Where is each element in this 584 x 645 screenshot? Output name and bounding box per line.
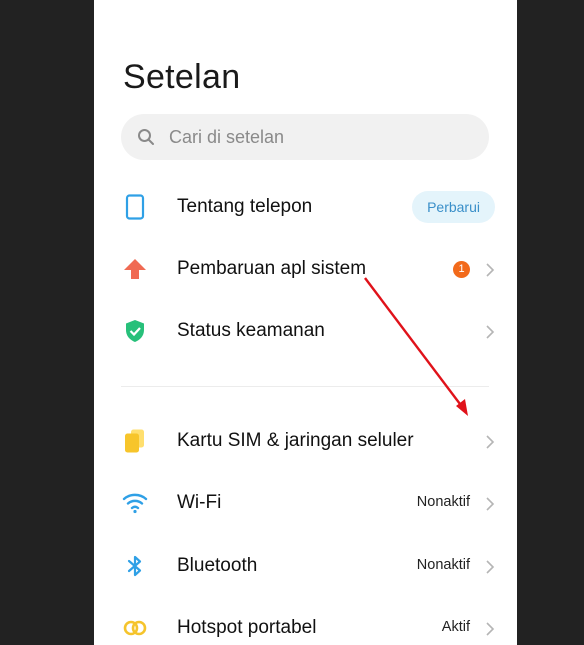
shield-check-icon [126, 320, 144, 342]
update-button[interactable]: Perbarui [412, 191, 495, 223]
chevron-right-icon [486, 263, 495, 277]
settings-item-portable-hotspot[interactable]: Hotspot portabel Aktif [94, 598, 517, 645]
phone-icon [125, 194, 145, 220]
settings-item-label: Status keamanan [177, 320, 325, 341]
settings-item-security-status[interactable]: Status keamanan [94, 301, 517, 363]
chevron-right-icon [486, 622, 495, 636]
settings-item-label: Bluetooth [177, 555, 258, 576]
chevron-right-icon [486, 325, 495, 339]
search-placeholder: Cari di setelan [169, 127, 285, 147]
settings-screen: Setelan Cari di setelan Tentang telepon … [94, 0, 517, 645]
arrow-up-icon [124, 259, 146, 279]
settings-item-value: Aktif [441, 619, 470, 635]
settings-item-label: Wi-Fi [177, 492, 222, 513]
settings-item-bluetooth[interactable]: Bluetooth Nonaktif [94, 536, 517, 598]
wifi-icon [122, 493, 148, 514]
search-icon [138, 129, 154, 145]
search-bar[interactable]: Cari di setelan [121, 114, 489, 160]
settings-item-label: Kartu SIM & jaringan seluler [177, 430, 414, 451]
settings-item-sim-cards[interactable]: Kartu SIM & jaringan seluler [94, 411, 517, 473]
bluetooth-icon [127, 555, 142, 577]
settings-item-about-phone[interactable]: Tentang telepon Perbarui [94, 177, 517, 239]
settings-item-wifi[interactable]: Wi-Fi Nonaktif [94, 473, 517, 535]
settings-item-value: Nonaktif [416, 557, 470, 573]
sim-card-icon [125, 429, 144, 453]
hotspot-icon [123, 620, 147, 636]
settings-item-label: Hotspot portabel [177, 617, 317, 638]
chevron-right-icon [486, 560, 495, 574]
chevron-right-icon [486, 497, 495, 511]
page-title: Setelan [123, 58, 241, 96]
settings-item-label: Pembaruan apl sistem [177, 258, 367, 279]
settings-item-label: Tentang telepon [177, 196, 313, 217]
settings-item-system-app-updates[interactable]: Pembaruan apl sistem 1 [94, 239, 517, 301]
chevron-right-icon [486, 435, 495, 449]
notification-badge: 1 [453, 261, 470, 278]
section-divider [121, 386, 489, 387]
settings-item-value: Nonaktif [416, 494, 470, 510]
